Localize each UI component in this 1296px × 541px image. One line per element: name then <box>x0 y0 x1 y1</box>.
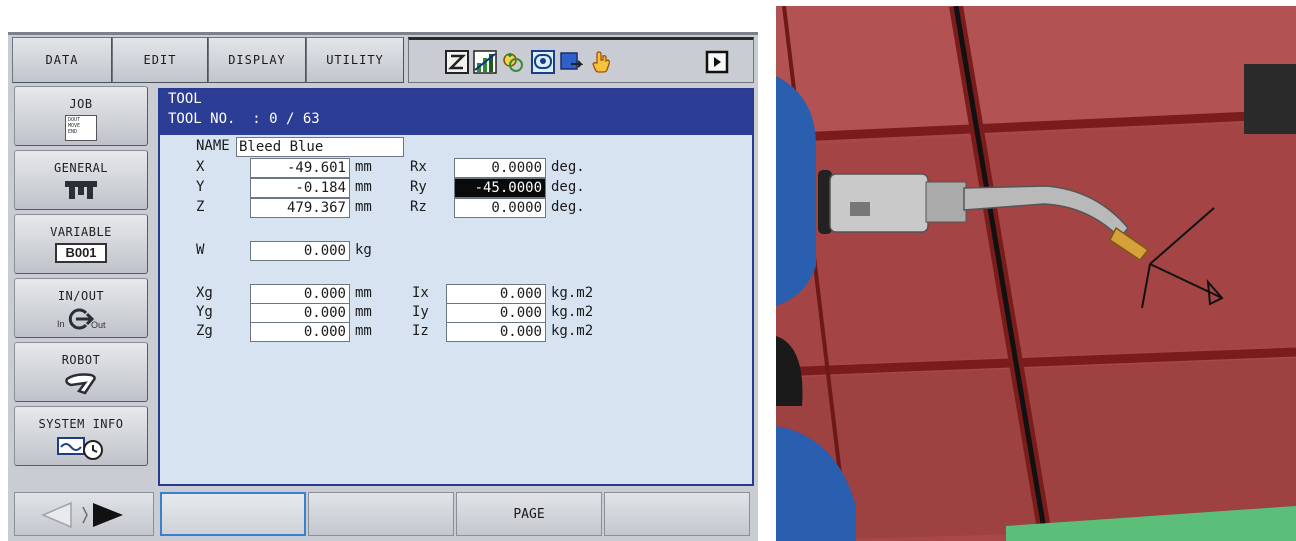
status-icon-tray <box>408 37 754 83</box>
back-arrow-icon[interactable] <box>41 501 72 529</box>
ix-label: Ix <box>412 285 429 301</box>
iy-unit: kg.m2 <box>551 304 594 320</box>
iy-field[interactable]: 0.000 <box>446 303 546 323</box>
rx-field[interactable]: 0.0000 <box>454 158 546 178</box>
hand-hold-icon[interactable] <box>589 50 613 74</box>
variable-badge: B001 <box>55 243 107 263</box>
rx-label: Rx <box>410 159 427 175</box>
x-label: X <box>196 159 205 175</box>
teach-pendant-panel: DATA EDIT DISPLAY UTILITY JOB DOUT MOVE … <box>8 32 758 541</box>
tool-number: TOOL NO. : 0 / 63 <box>168 111 320 127</box>
side-menu-job[interactable]: JOB DOUT MOVE END <box>14 86 148 146</box>
side-menu-system-info-label: SYSTEM INFO <box>38 417 124 431</box>
z-label: Z <box>196 199 205 215</box>
rz-label: Rz <box>410 199 427 215</box>
side-menu-inout-label: IN/OUT <box>57 289 105 303</box>
forward-arrow-icon[interactable] <box>93 503 123 527</box>
w-label: W <box>196 242 205 258</box>
ix-field[interactable]: 0.000 <box>446 284 546 304</box>
function-key-1[interactable] <box>160 492 306 536</box>
side-menu-robot[interactable]: ROBOT <box>14 342 148 402</box>
menu-utility[interactable]: UTILITY <box>306 37 404 83</box>
robot-simulation-view <box>776 6 1296 541</box>
screen-title: TOOL <box>168 91 202 107</box>
z-field[interactable]: 479.367 <box>250 198 350 218</box>
menu-edit[interactable]: EDIT <box>112 37 208 83</box>
side-menu-variable-label: VARIABLE <box>50 225 112 239</box>
yg-label: Yg <box>196 304 213 320</box>
menu-data[interactable]: DATA <box>12 37 112 83</box>
z-unit: mm <box>355 199 372 215</box>
zg-field[interactable]: 0.000 <box>250 322 350 342</box>
rz-unit: deg. <box>551 199 585 215</box>
function-key-4[interactable] <box>604 492 750 536</box>
page-button[interactable]: PAGE <box>456 492 602 536</box>
y-unit: mm <box>355 179 372 195</box>
nav-arrows-icon <box>41 501 123 529</box>
top-menu-bar: DATA EDIT DISPLAY UTILITY <box>8 32 758 84</box>
iz-field[interactable]: 0.000 <box>446 322 546 342</box>
side-menu-job-label: JOB <box>69 97 93 111</box>
name-label: NAME <box>196 138 230 154</box>
w-field[interactable]: 0.000 <box>250 241 350 261</box>
iz-unit: kg.m2 <box>551 323 594 339</box>
yg-field[interactable]: 0.000 <box>250 303 350 323</box>
screen-header: TOOL TOOL NO. : 0 / 63 <box>160 90 752 135</box>
bottom-function-bar: PAGE <box>8 486 758 541</box>
page-nav-arrows <box>14 492 154 536</box>
tool-icon <box>65 181 97 199</box>
iy-label: Iy <box>412 304 429 320</box>
job-icon-line: END <box>68 129 78 135</box>
w-unit: kg <box>355 242 372 258</box>
side-menu-general-label: GENERAL <box>53 161 109 175</box>
tool-data-screen: TOOL TOOL NO. : 0 / 63 NAME Bleed Blue X… <box>158 88 754 486</box>
side-menu-variable[interactable]: VARIABLE B001 <box>14 214 148 274</box>
side-menu-general[interactable]: GENERAL <box>14 150 148 210</box>
ry-field-selected[interactable]: -45.0000 <box>454 178 546 198</box>
side-menu-inout[interactable]: IN/OUT In Out <box>14 278 148 338</box>
system-info-icon <box>57 437 103 460</box>
inout-out-text: Out <box>91 320 106 330</box>
y-field[interactable]: -0.184 <box>250 178 350 198</box>
side-menu-robot-label: ROBOT <box>61 353 101 367</box>
x-field[interactable]: -49.601 <box>250 158 350 178</box>
zg-label: Zg <box>196 323 213 339</box>
job-icon: DOUT MOVE END <box>65 115 97 141</box>
function-key-2[interactable] <box>308 492 454 536</box>
ry-label: Ry <box>410 179 427 195</box>
robot-arm-icon <box>65 373 96 395</box>
xg-unit: mm <box>355 285 372 301</box>
inout-in-text: In <box>57 319 65 329</box>
edit-toggle-icon[interactable] <box>445 50 469 74</box>
ix-unit: kg.m2 <box>551 285 594 301</box>
inout-icon: In Out <box>51 307 111 333</box>
interlock-icon[interactable] <box>501 50 525 74</box>
zg-unit: mm <box>355 323 372 339</box>
xg-label: Xg <box>196 285 213 301</box>
menu-display[interactable]: DISPLAY <box>208 37 306 83</box>
rx-unit: deg. <box>551 159 585 175</box>
main-side-menu: JOB DOUT MOVE END GENERAL VARIABLE B001 … <box>8 84 156 484</box>
xg-field[interactable]: 0.000 <box>250 284 350 304</box>
side-menu-system-info[interactable]: SYSTEM INFO <box>14 406 148 466</box>
play-next-icon[interactable] <box>705 50 729 74</box>
ry-unit: deg. <box>551 179 585 195</box>
yg-unit: mm <box>355 304 372 320</box>
x-unit: mm <box>355 159 372 175</box>
signal-chart-icon[interactable] <box>473 50 497 74</box>
y-label: Y <box>196 179 205 195</box>
simulation-scene <box>776 6 1296 541</box>
iz-label: Iz <box>412 323 429 339</box>
screen-export-icon[interactable] <box>559 50 583 74</box>
rz-field[interactable]: 0.0000 <box>454 198 546 218</box>
io-monitor-icon[interactable] <box>531 50 555 74</box>
tool-name-field[interactable]: Bleed Blue <box>236 137 404 157</box>
